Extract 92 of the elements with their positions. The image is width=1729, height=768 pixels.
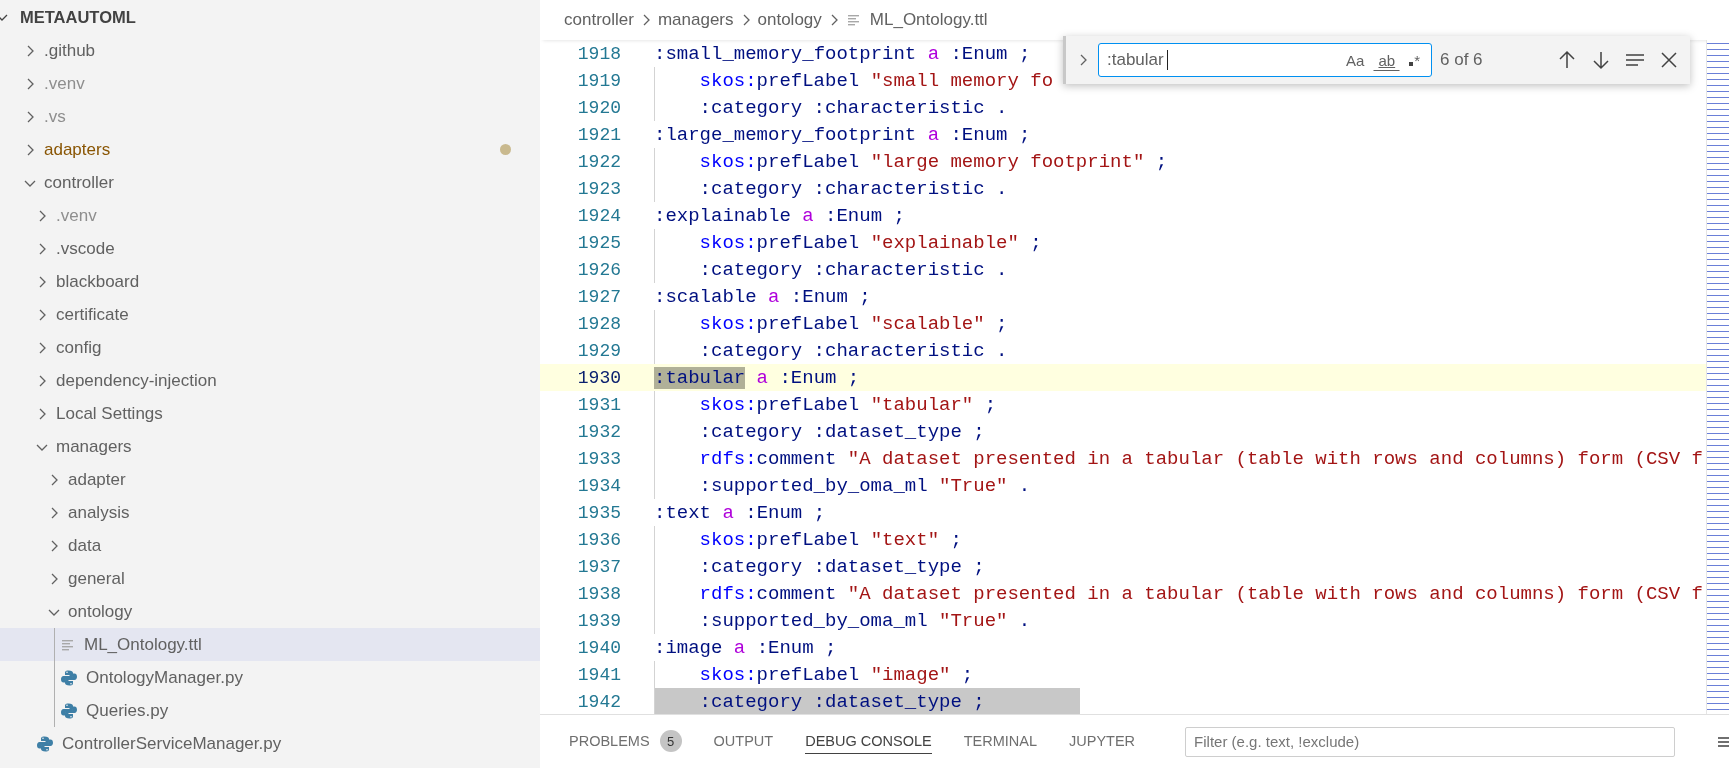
code-line: :category :dataset_type ; [654,553,985,580]
line-number: 1923 [576,178,622,199]
folder-item[interactable]: analysis [0,496,540,529]
folder-item[interactable]: general [0,562,540,595]
folder-item[interactable]: .vs [0,100,540,133]
folder-item[interactable]: .github [0,34,540,67]
overview-ruler[interactable] [1706,40,1729,714]
folder-item[interactable]: dependency-injection [0,364,540,397]
code-line: :category :characteristic . [654,256,1008,283]
folder-item[interactable]: adapters [0,133,540,166]
folder-item[interactable]: data [0,529,540,562]
line-number: 1937 [576,556,622,577]
line-number: 1932 [576,421,622,442]
match-count: 6 of 6 [1440,50,1483,70]
code-line: rdfs:comment "A dataset presented in a tabular (table with rows and columns) form (CSV f [654,580,1703,607]
code-line: skos:prefLabel "large memory footprint" ; [654,148,1168,175]
file-item[interactable]: Queries.py [0,694,540,727]
match-case-toggle[interactable]: Aa [1341,49,1370,71]
folder-item[interactable]: adapter [0,463,540,496]
filter-field[interactable]: Filter (e.g. text, !exclude) [1185,726,1676,757]
python-icon [60,701,78,720]
line-number: 1918 [576,43,622,64]
folder-item[interactable]: Local Settings [0,397,540,430]
breadcrumb-item[interactable]: ontology [755,10,824,30]
folder-item[interactable]: blackboard [0,265,540,298]
line-number: 1931 [576,394,622,415]
line-number: 1925 [576,232,622,253]
line-number: 1934 [576,475,622,496]
code-line: :small_memory_footprint a :Enum ; [654,41,1031,67]
code-line: :category :characteristic . [654,175,1008,202]
folder-item[interactable]: .venv [0,199,540,232]
file-item[interactable]: OntologyManager.py [0,661,540,694]
breadcrumb-item[interactable]: ML_Ontology.ttl [843,10,990,30]
explorer-section-header[interactable]: METAAUTOML [0,0,540,34]
code-line: skos:prefLabel "explainable" ; [654,229,1042,256]
line-number: 1922 [576,151,622,172]
line-number: 1921 [576,124,622,145]
code-line: :explainable a :Enum ; [654,203,905,229]
text-file-icon [845,12,862,28]
line-number: 1941 [576,664,622,685]
find-input[interactable]: :tabular Aa ab * [1098,43,1432,77]
code-line: :supported_by_oma_ml "True" . [654,607,1031,634]
breadcrumb-item[interactable]: controller [562,10,636,30]
panel-tab[interactable]: JUPYTER [1069,729,1136,754]
count-badge: 5 [659,730,682,752]
line-number: 1939 [576,610,622,631]
line-number: 1936 [576,529,622,550]
folder-item[interactable]: .vscode [0,232,540,265]
breadcrumb-item[interactable]: managers [655,10,736,30]
folder-item[interactable]: config [0,331,540,364]
code-line: skos:prefLabel "text" ; [654,526,962,553]
line-number: 1924 [576,205,622,226]
line-number: 1930 [576,367,622,388]
folder-item[interactable]: certificate [0,298,540,331]
code-line: :image a :Enum ; [654,635,837,661]
code-line: :tabular a :Enum ; [654,365,860,391]
line-number: 1926 [576,259,622,280]
file-item[interactable]: ControllerServiceManager.py [0,727,540,760]
line-number: 1942 [576,691,622,712]
code-line: skos:prefLabel "small memory fo [654,67,1054,94]
code-line: rdfs:comment "A dataset presented in a tabular (table with rows and columns) form (CSV f [654,445,1703,472]
folder-item[interactable]: ontology [0,595,540,628]
code-line: :large_memory_footprint a :Enum ; [654,122,1031,148]
code-line: skos:prefLabel "tabular" ; [654,391,997,418]
arrow-down-icon[interactable] [1590,49,1612,71]
regex-toggle[interactable]: * [1404,49,1425,71]
panel-tab[interactable]: OUTPUT [713,729,774,754]
folder-item[interactable]: .venv [0,67,540,100]
python-icon [60,668,78,687]
panel-tab[interactable]: TERMINAL [963,729,1038,754]
code-line: :scalable a :Enum ; [654,284,871,310]
line-number: 1919 [576,70,622,91]
panel-tab[interactable]: PROBLEMS 5 [569,726,682,757]
folder-item[interactable]: managers [0,430,540,463]
code-line: :text a :Enum ; [654,500,826,526]
line-number: 1938 [576,583,622,604]
line-number: 1935 [576,502,622,523]
folder-item[interactable]: controller [0,166,540,199]
python-icon [36,734,54,753]
line-number: 1929 [576,340,622,361]
line-number: 1920 [576,97,622,118]
line-number: 1927 [576,286,622,307]
code-line: skos:prefLabel "scalable" ; [654,310,1008,337]
code-line: :category :dataset_type ; [654,418,985,445]
line-number: 1933 [576,448,622,469]
code-line: :category :characteristic . [654,94,1008,121]
line-number: 1940 [576,637,622,658]
code-line: :supported_by_oma_ml "True" . [654,472,1031,499]
whole-word-toggle[interactable]: ab [1373,49,1401,71]
line-number: 1928 [576,313,622,334]
panel-tab[interactable]: DEBUG CONSOLE [805,729,932,754]
file-item[interactable]: ML_Ontology.ttl [0,628,540,661]
